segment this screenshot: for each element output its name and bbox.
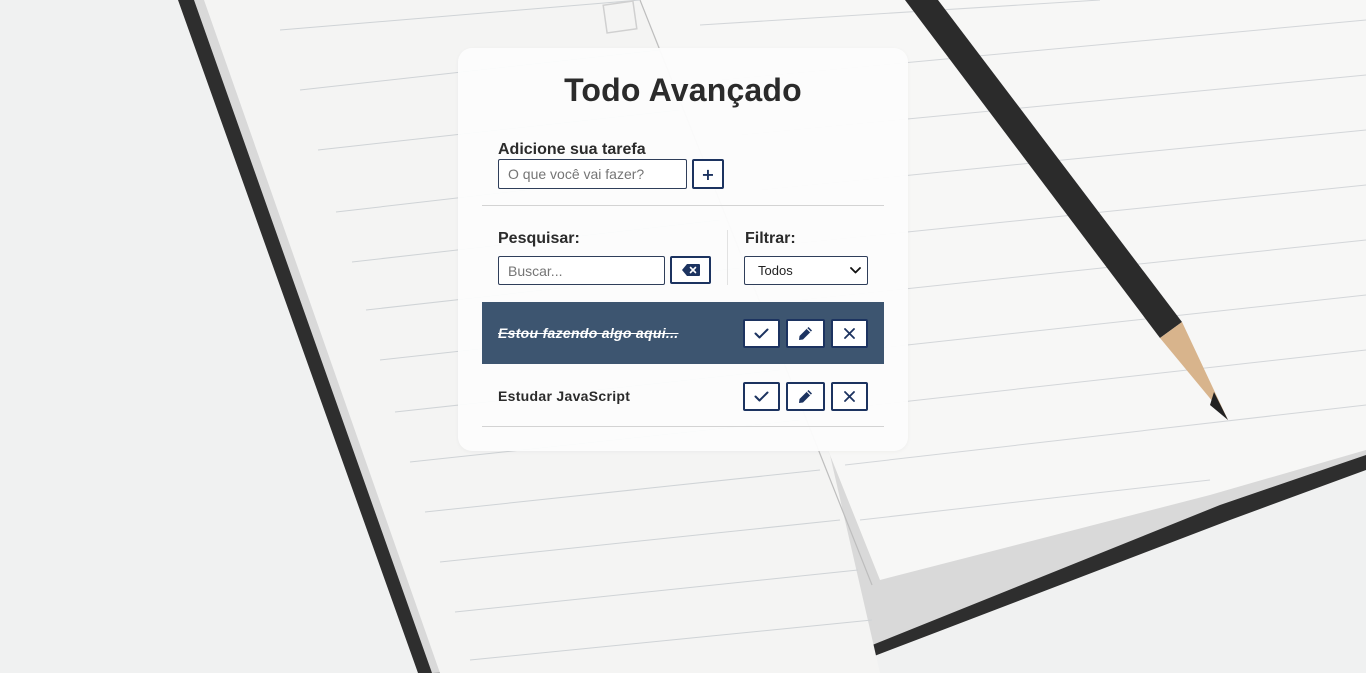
- add-task-button[interactable]: +: [692, 159, 724, 189]
- pencil-icon: [799, 326, 812, 340]
- todo-actions: [743, 381, 868, 411]
- filter-selected-value: Todos: [758, 263, 793, 278]
- delete-todo-button[interactable]: [831, 381, 868, 411]
- add-task-label: Adicione sua tarefa: [498, 141, 646, 158]
- todo-text: Estou fazendo algo aqui...: [498, 325, 679, 341]
- edit-todo-button[interactable]: [786, 318, 825, 348]
- complete-todo-button[interactable]: [743, 381, 780, 411]
- vertical-divider: [727, 230, 728, 285]
- todo-card: Todo Avançado Adicione sua tarefa + Pesq…: [458, 48, 908, 451]
- search-label: Pesquisar:: [498, 230, 580, 247]
- pencil-icon: [799, 389, 812, 403]
- close-icon: [844, 327, 855, 339]
- complete-todo-button[interactable]: [743, 318, 780, 348]
- filter-select[interactable]: Todos: [744, 256, 868, 285]
- add-task-input[interactable]: [498, 159, 687, 189]
- todo-item: Estou fazendo algo aqui...: [482, 302, 884, 364]
- todo-item: Estudar JavaScript: [482, 365, 884, 427]
- filter-label: Filtrar:: [745, 230, 796, 247]
- backspace-icon: [681, 264, 700, 276]
- delete-todo-button[interactable]: [831, 318, 868, 348]
- check-icon: [754, 391, 769, 401]
- divider: [482, 205, 884, 206]
- todo-text: Estudar JavaScript: [498, 388, 631, 404]
- todo-actions: [743, 318, 868, 348]
- edit-todo-button[interactable]: [786, 381, 825, 411]
- chevron-down-icon: [850, 267, 861, 274]
- page-title: Todo Avançado: [564, 72, 802, 108]
- search-input[interactable]: [498, 256, 665, 285]
- check-icon: [754, 328, 769, 338]
- close-icon: [844, 390, 855, 402]
- divider: [482, 426, 884, 427]
- clear-search-button[interactable]: [670, 256, 711, 284]
